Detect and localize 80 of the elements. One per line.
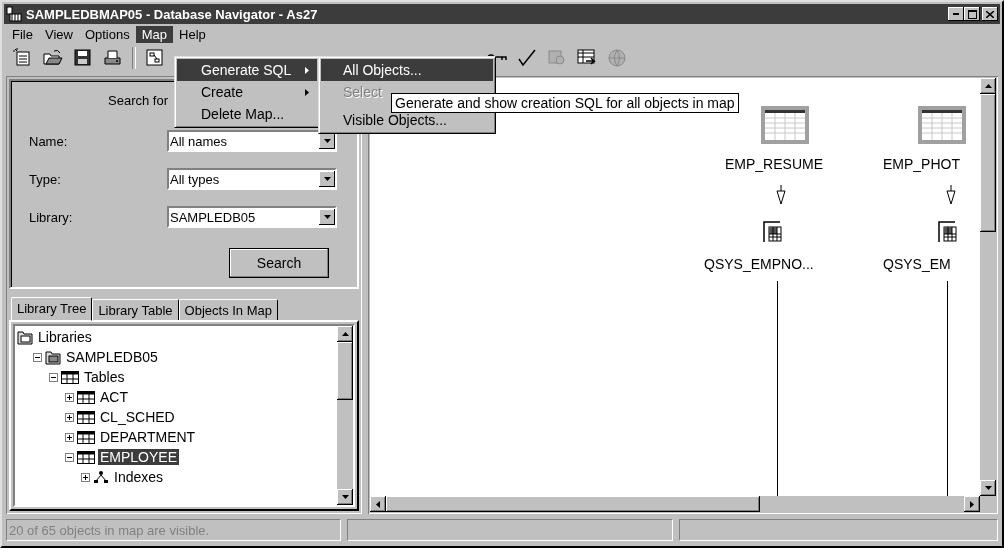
- table-icon[interactable]: [918, 106, 966, 144]
- left-arrow-icon: [376, 500, 380, 508]
- tab[interactable]: Library Table: [92, 299, 179, 321]
- down-arrow-icon: [984, 486, 992, 490]
- down-arrow-icon: [323, 139, 331, 143]
- close-button[interactable]: [982, 7, 998, 21]
- menu-item[interactable]: Generate SQL: [177, 59, 317, 81]
- table-name: EMP_PHOT: [883, 156, 960, 172]
- right-arrow-icon: [970, 500, 974, 508]
- new-document-icon[interactable]: [13, 48, 33, 68]
- index-icon[interactable]: [938, 221, 958, 243]
- vertical-scrollbar[interactable]: [980, 78, 996, 496]
- up-arrow-icon: [984, 84, 992, 88]
- menu-item[interactable]: Map: [135, 25, 173, 43]
- maximize-icon: [967, 9, 977, 19]
- check-mark-icon[interactable]: [517, 48, 537, 68]
- window-title: SAMPLEDBMAP05 - Database Navigator - As27: [26, 6, 319, 22]
- menu-item[interactable]: All Objects...: [321, 59, 493, 81]
- down-arrow-icon: [946, 185, 956, 205]
- tree-item[interactable]: Indexes: [112, 469, 166, 485]
- menu-item[interactable]: Create: [177, 81, 317, 103]
- printer-icon[interactable]: [103, 48, 123, 68]
- tree-item[interactable]: CL_SCHED: [98, 409, 177, 425]
- tooltip: Generate and show creation SQL for all objects in map: [391, 93, 739, 113]
- close-icon: [986, 10, 994, 18]
- index-icon[interactable]: [763, 221, 783, 243]
- dropdown-field[interactable]: All names: [167, 130, 337, 152]
- map-diagram-icon[interactable]: [145, 48, 165, 68]
- minimize-icon: [953, 13, 959, 15]
- field-label: Library:: [29, 209, 73, 225]
- maximize-button[interactable]: [964, 7, 980, 21]
- tree-item[interactable]: SAMPLEDB05: [64, 349, 160, 365]
- down-arrow-icon: [776, 185, 786, 205]
- search-heading: Search for: [108, 93, 168, 108]
- index-name: QSYS_EM: [883, 256, 951, 272]
- table-icon: [77, 410, 95, 424]
- expand-toggle-icon[interactable]: [65, 432, 74, 442]
- expand-toggle-icon[interactable]: [65, 392, 74, 402]
- table-icon[interactable]: [761, 106, 809, 144]
- field-label: Name:: [29, 133, 68, 149]
- collapse-toggle-icon[interactable]: [65, 452, 74, 462]
- index-name: QSYS_EMPNO...: [704, 256, 814, 272]
- tab[interactable]: Library Tree: [11, 297, 93, 321]
- tree-item[interactable]: Tables: [82, 369, 127, 385]
- dropdown-field[interactable]: All types: [167, 168, 337, 190]
- index-tree-icon: [93, 470, 109, 484]
- search-button[interactable]: Search: [229, 248, 329, 278]
- library-folder-icon: [17, 329, 33, 345]
- open-folder-icon[interactable]: [43, 48, 63, 68]
- menu-item[interactable]: Delete Map...: [177, 103, 317, 125]
- menu-item[interactable]: Options: [78, 25, 136, 43]
- table-icon: [77, 430, 95, 444]
- down-arrow-icon: [341, 495, 349, 499]
- menu-item[interactable]: Help: [173, 25, 212, 43]
- tree-item[interactable]: DEPARTMENT: [98, 429, 198, 445]
- table-icon: [77, 450, 95, 464]
- expand-toggle-icon[interactable]: [81, 472, 90, 482]
- menu-item[interactable]: File: [6, 25, 39, 43]
- tab[interactable]: Objects In Map: [178, 299, 278, 321]
- collapse-toggle-icon[interactable]: [49, 372, 58, 382]
- menu-item[interactable]: View: [38, 25, 79, 43]
- up-arrow-icon: [341, 332, 349, 336]
- table-icon: [77, 390, 95, 404]
- library-folder-icon: [45, 349, 61, 365]
- status-message: 20 of 65 objects in map are visible.: [6, 519, 341, 541]
- table-name: EMP_RESUME: [725, 156, 824, 172]
- down-arrow-icon: [323, 177, 331, 181]
- expand-toggle-icon[interactable]: [65, 412, 74, 422]
- vertical-scrollbar[interactable]: [337, 326, 353, 505]
- app-icon: [6, 6, 22, 22]
- collapse-toggle-icon[interactable]: [33, 352, 42, 362]
- field-label: Type:: [29, 171, 61, 187]
- dropdown-field[interactable]: SAMPLEDB05: [167, 206, 337, 228]
- minimize-button[interactable]: [948, 7, 964, 21]
- tree-item[interactable]: EMPLOYEE: [98, 449, 180, 465]
- down-arrow-icon: [323, 215, 331, 219]
- table-icon: [61, 370, 79, 384]
- tree-item[interactable]: ACT: [98, 389, 130, 405]
- horizontal-scrollbar[interactable]: [370, 496, 980, 512]
- tree-item[interactable]: Libraries: [36, 329, 94, 345]
